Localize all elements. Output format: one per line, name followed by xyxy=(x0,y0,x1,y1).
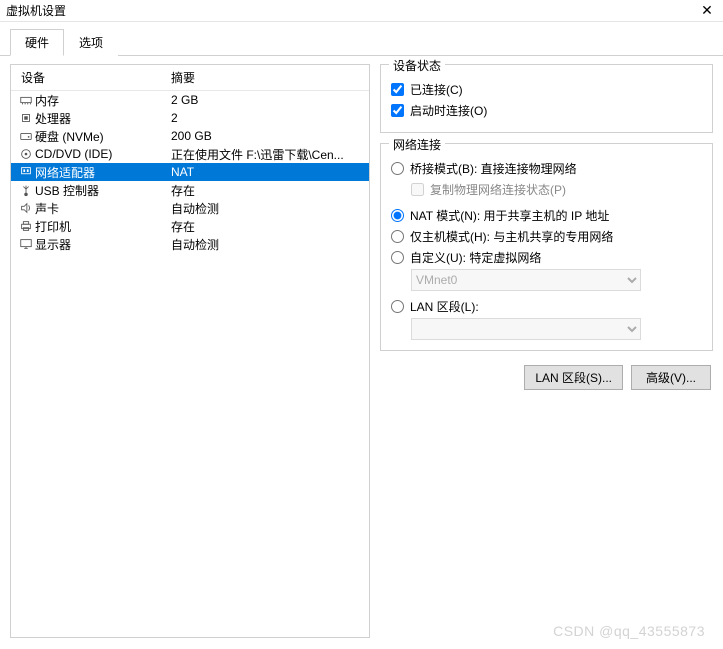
bridged-label: 桥接模式(B): 直接连接物理网络 xyxy=(410,160,577,177)
custom-label: 自定义(U): 特定虚拟网络 xyxy=(410,249,541,266)
tab-options[interactable]: 选项 xyxy=(64,29,118,56)
usb-icon xyxy=(17,183,35,197)
window-title: 虚拟机设置 xyxy=(6,2,66,19)
device-status-group: 设备状态 已连接(C) 启动时连接(O) xyxy=(380,64,713,133)
hw-summary: NAT xyxy=(171,165,369,179)
hw-summary: 2 GB xyxy=(171,93,369,107)
hostonly-label: 仅主机模式(H): 与主机共享的专用网络 xyxy=(410,228,613,245)
button-row: LAN 区段(S)... 高级(V)... xyxy=(380,365,713,390)
nat-row[interactable]: NAT 模式(N): 用于共享主机的 IP 地址 xyxy=(391,206,702,224)
custom-select-row: VMnet0 xyxy=(411,269,702,291)
display-icon xyxy=(17,237,35,251)
hw-summary: 存在 xyxy=(171,218,369,235)
hw-row-display[interactable]: 显示器 自动检测 xyxy=(11,235,369,253)
device-status-legend: 设备状态 xyxy=(389,57,445,74)
lan-row[interactable]: LAN 区段(L): xyxy=(391,297,702,315)
connect-at-power-row[interactable]: 启动时连接(O) xyxy=(391,101,702,119)
hw-header: 设备 摘要 xyxy=(11,65,369,91)
lan-label: LAN 区段(L): xyxy=(410,298,479,315)
connect-at-power-checkbox[interactable] xyxy=(391,104,404,117)
hw-summary: 正在使用文件 F:\迅雷下载\Cen... xyxy=(171,146,369,163)
hw-name: 内存 xyxy=(35,92,171,109)
bridged-row[interactable]: 桥接模式(B): 直接连接物理网络 xyxy=(391,159,702,177)
lan-select-row xyxy=(411,318,702,340)
cdrom-icon xyxy=(17,147,35,161)
nat-label: NAT 模式(N): 用于共享主机的 IP 地址 xyxy=(410,207,609,224)
titlebar: 虚拟机设置 ✕ xyxy=(0,0,723,22)
hw-name: 硬盘 (NVMe) xyxy=(35,128,171,145)
network-icon xyxy=(17,165,35,179)
custom-row[interactable]: 自定义(U): 特定虚拟网络 xyxy=(391,248,702,266)
hw-summary: 自动检测 xyxy=(171,236,369,253)
tab-hardware[interactable]: 硬件 xyxy=(10,29,64,56)
hw-name: 声卡 xyxy=(35,200,171,217)
hw-row-printer[interactable]: 打印机 存在 xyxy=(11,217,369,235)
disk-icon xyxy=(17,129,35,143)
connect-at-power-label: 启动时连接(O) xyxy=(410,102,487,119)
settings-panel: 设备状态 已连接(C) 启动时连接(O) 网络连接 桥接模式(B): 直接连接物… xyxy=(380,64,713,638)
hw-name: 网络适配器 xyxy=(35,164,171,181)
custom-vmnet-select: VMnet0 xyxy=(411,269,641,291)
printer-icon xyxy=(17,219,35,233)
hw-name: CD/DVD (IDE) xyxy=(35,147,171,161)
hw-name: 打印机 xyxy=(35,218,171,235)
hardware-list: 设备 摘要 内存 2 GB 处理器 2 硬盘 (NVMe) 200 GB CD/… xyxy=(10,64,370,638)
custom-radio[interactable] xyxy=(391,251,404,264)
bridged-radio[interactable] xyxy=(391,162,404,175)
network-legend: 网络连接 xyxy=(389,136,445,153)
col-summary: 摘要 xyxy=(171,69,369,86)
nat-radio[interactable] xyxy=(391,209,404,222)
lan-segments-button[interactable]: LAN 区段(S)... xyxy=(524,365,623,390)
hw-row-memory[interactable]: 内存 2 GB xyxy=(11,91,369,109)
memory-icon xyxy=(17,93,35,107)
cpu-icon xyxy=(17,111,35,125)
hw-summary: 自动检测 xyxy=(171,200,369,217)
content-area: 设备 摘要 内存 2 GB 处理器 2 硬盘 (NVMe) 200 GB CD/… xyxy=(0,56,723,646)
hw-name: 显示器 xyxy=(35,236,171,253)
hw-summary: 2 xyxy=(171,111,369,125)
hostonly-row[interactable]: 仅主机模式(H): 与主机共享的专用网络 xyxy=(391,227,702,245)
hw-name: 处理器 xyxy=(35,110,171,127)
connected-label: 已连接(C) xyxy=(410,81,463,98)
hw-row-usb[interactable]: USB 控制器 存在 xyxy=(11,181,369,199)
hostonly-radio[interactable] xyxy=(391,230,404,243)
lan-segment-select xyxy=(411,318,641,340)
connected-checkbox[interactable] xyxy=(391,83,404,96)
close-icon[interactable]: ✕ xyxy=(697,2,717,19)
hw-summary: 存在 xyxy=(171,182,369,199)
sound-icon xyxy=(17,201,35,215)
lan-radio[interactable] xyxy=(391,300,404,313)
advanced-button[interactable]: 高级(V)... xyxy=(631,365,711,390)
replicate-checkbox xyxy=(411,183,424,196)
tab-strip: 硬件 选项 xyxy=(0,22,723,56)
hw-row-cpu[interactable]: 处理器 2 xyxy=(11,109,369,127)
replicate-label: 复制物理网络连接状态(P) xyxy=(430,181,566,198)
hw-row-cdrom[interactable]: CD/DVD (IDE) 正在使用文件 F:\迅雷下载\Cen... xyxy=(11,145,369,163)
hw-row-sound[interactable]: 声卡 自动检测 xyxy=(11,199,369,217)
replicate-row: 复制物理网络连接状态(P) xyxy=(411,180,702,198)
connected-check-row[interactable]: 已连接(C) xyxy=(391,80,702,98)
network-group: 网络连接 桥接模式(B): 直接连接物理网络 复制物理网络连接状态(P) NAT… xyxy=(380,143,713,351)
col-device: 设备 xyxy=(11,69,171,86)
hw-row-network[interactable]: 网络适配器 NAT xyxy=(11,163,369,181)
hw-row-disk[interactable]: 硬盘 (NVMe) 200 GB xyxy=(11,127,369,145)
hw-name: USB 控制器 xyxy=(35,182,171,199)
hw-summary: 200 GB xyxy=(171,129,369,143)
